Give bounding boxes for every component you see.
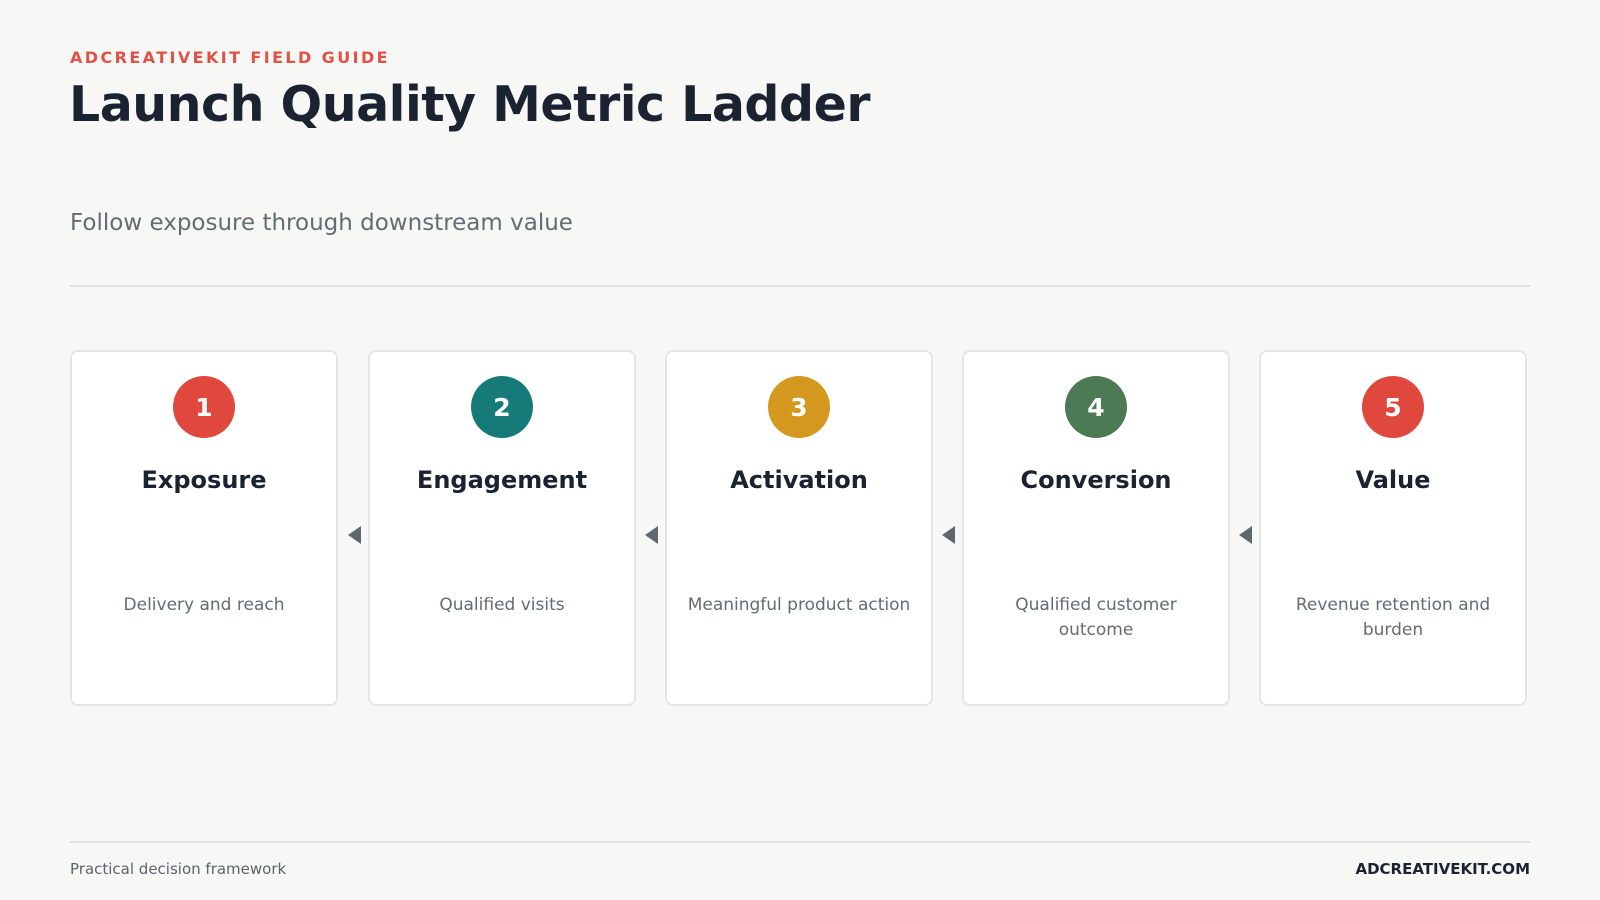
arrow-left-icon bbox=[348, 526, 361, 544]
footer-tagline: Practical decision framework bbox=[70, 860, 287, 878]
step-number-badge: 3 bbox=[768, 376, 830, 438]
arrow-left-icon bbox=[645, 526, 658, 544]
step-card-value: 5 Value Revenue retention and burden bbox=[1259, 350, 1527, 706]
metric-ladder: 1 Exposure Delivery and reach 2 Engageme… bbox=[70, 350, 1530, 710]
step-description: Qualified customer outcome bbox=[1015, 595, 1177, 640]
arrow-left-icon bbox=[1239, 526, 1252, 544]
step-description: Delivery and reach bbox=[123, 595, 285, 615]
arrow-left-icon bbox=[942, 526, 955, 544]
page-title: Launch Quality Metric Ladder bbox=[69, 76, 870, 133]
footer-brand: ADCREATIVEKIT.COM bbox=[1355, 860, 1530, 878]
page-subtitle: Follow exposure through downstream value bbox=[70, 210, 573, 236]
step-card-exposure: 1 Exposure Delivery and reach bbox=[70, 350, 338, 706]
step-title: Exposure bbox=[141, 466, 267, 494]
step-title: Value bbox=[1355, 466, 1431, 494]
bottom-divider bbox=[70, 841, 1530, 843]
step-description: Qualified visits bbox=[439, 595, 565, 615]
step-card-conversion: 4 Conversion Qualified customer outcome bbox=[962, 350, 1230, 706]
step-title: Engagement bbox=[416, 466, 588, 494]
step-card-engagement: 2 Engagement Qualified visits bbox=[368, 350, 636, 706]
step-card-activation: 3 Activation Meaningful product action bbox=[665, 350, 933, 706]
step-title: Conversion bbox=[1020, 466, 1172, 494]
top-divider bbox=[70, 285, 1530, 287]
step-number-badge: 5 bbox=[1362, 376, 1424, 438]
step-description: Meaningful product action bbox=[687, 595, 911, 615]
step-number-badge: 4 bbox=[1065, 376, 1127, 438]
step-number-badge: 1 bbox=[173, 376, 235, 438]
step-title: Activation bbox=[730, 466, 868, 494]
eyebrow-label: ADCREATIVEKIT FIELD GUIDE bbox=[70, 48, 390, 67]
step-description: Revenue retention and burden bbox=[1295, 595, 1491, 640]
step-number-badge: 2 bbox=[471, 376, 533, 438]
